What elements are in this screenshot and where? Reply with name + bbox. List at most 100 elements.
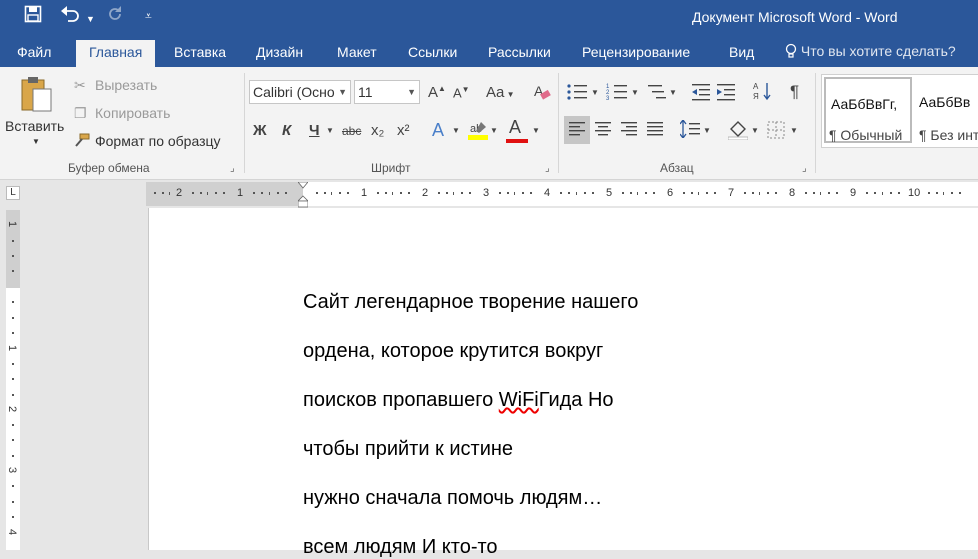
tell-me-label: Что вы хотите сделать?: [800, 43, 956, 59]
ruler-tick: [438, 192, 440, 194]
customize-qat-icon[interactable]: ⩡: [145, 5, 152, 27]
vertical-ruler[interactable]: 1 1 2 3 4: [6, 210, 20, 550]
align-left-icon[interactable]: [569, 122, 585, 140]
save-icon[interactable]: [24, 5, 42, 30]
ruler-tick: [285, 192, 287, 194]
shading-icon[interactable]: [727, 120, 749, 144]
shading-dropdown-icon[interactable]: ▼: [751, 126, 759, 135]
document-line[interactable]: нужно сначала помочь людям…: [303, 487, 602, 510]
document-line[interactable]: Сайт легендарное творение нашего: [303, 291, 638, 314]
line-spacing-dropdown-icon[interactable]: ▼: [703, 126, 711, 135]
ruler-tick: [385, 192, 387, 194]
tab-layout[interactable]: Макет: [337, 44, 377, 60]
document-line[interactable]: всем людям И кто-то: [303, 536, 498, 559]
cut-button[interactable]: Вырезать: [95, 77, 157, 93]
horizontal-ruler[interactable]: 2 1 1 2 3 4 5 6 7 8 9 10: [146, 182, 978, 206]
ruler-tick: [12, 332, 14, 334]
copy-button[interactable]: Копировать: [95, 105, 170, 121]
tab-design[interactable]: Дизайн: [256, 44, 303, 60]
redo-icon[interactable]: [106, 5, 124, 30]
sort-icon[interactable]: AЯ: [753, 81, 773, 105]
grow-font-icon[interactable]: A▲: [428, 84, 446, 101]
ruler-tick: [805, 192, 807, 194]
document-line[interactable]: поисков пропавшего WiFiГида Но: [303, 389, 614, 412]
tab-view[interactable]: Вид: [729, 44, 754, 60]
numbering-dropdown-icon[interactable]: ▼: [631, 88, 639, 97]
ruler-tick: [12, 301, 14, 303]
font-color-dropdown-icon[interactable]: ▼: [532, 126, 540, 135]
bold-button[interactable]: Ж: [253, 122, 267, 139]
undo-dropdown-icon[interactable]: ▼: [86, 8, 95, 30]
underline-button[interactable]: Ч: [309, 122, 320, 139]
shrink-font-icon[interactable]: A▼: [453, 85, 470, 100]
underline-dropdown-icon[interactable]: ▼: [326, 126, 334, 135]
numbering-icon[interactable]: 123: [606, 83, 628, 105]
tab-references[interactable]: Ссылки: [408, 44, 457, 60]
misspelled-word[interactable]: WiFi: [499, 389, 539, 411]
tab-file[interactable]: Файл: [17, 44, 51, 60]
undo-icon[interactable]: [60, 5, 82, 30]
document-line[interactable]: ордена, которое крутится вокруг: [303, 340, 603, 363]
superscript-button[interactable]: x²: [397, 122, 410, 139]
decrease-indent-icon[interactable]: [691, 83, 711, 105]
tab-mailings[interactable]: Рассылки: [488, 44, 551, 60]
font-color-swatch: [506, 139, 528, 143]
multilevel-dropdown-icon[interactable]: ▼: [669, 88, 677, 97]
align-right-icon[interactable]: [621, 122, 637, 140]
format-painter-button[interactable]: Формат по образцу: [95, 133, 221, 149]
ruler-tick: [630, 192, 632, 194]
increase-indent-icon[interactable]: [716, 83, 736, 105]
align-center-icon[interactable]: [595, 122, 611, 140]
change-case-button[interactable]: Aa ▼: [486, 84, 515, 101]
multilevel-list-icon[interactable]: [646, 83, 668, 105]
clipboard-launcher-icon[interactable]: ⌟: [230, 163, 235, 174]
justify-icon[interactable]: [647, 122, 663, 140]
line-spacing-icon[interactable]: [679, 118, 700, 142]
bullets-icon[interactable]: [566, 83, 588, 105]
tab-home[interactable]: Главная: [76, 40, 156, 67]
indent-marker-icon[interactable]: [297, 181, 309, 208]
clear-formatting-icon[interactable]: A: [533, 82, 551, 106]
ruler-tick: [698, 192, 699, 195]
subscript-button[interactable]: x₂: [371, 122, 384, 139]
ruler-tick: [898, 192, 900, 194]
paste-button[interactable]: Вставить: [5, 118, 64, 134]
document-line[interactable]: чтобы прийти к истине: [303, 438, 513, 461]
ruler-tick: [683, 192, 685, 194]
ruler-tick: [469, 192, 471, 194]
ruler-tick: [759, 192, 760, 195]
style-no-spacing[interactable]: АаБбВв ¶ Без инт: [918, 77, 978, 143]
tab-insert[interactable]: Вставка: [174, 44, 226, 60]
ruler-tick: [400, 192, 402, 194]
ruler-tick: [12, 255, 14, 257]
ruler-tick: [622, 192, 624, 194]
highlight-icon[interactable]: ab: [467, 119, 489, 145]
ruler-tick: [12, 317, 14, 319]
tab-review[interactable]: Рецензирование: [582, 44, 690, 60]
clipboard-group-label: Буфер обмена: [68, 161, 150, 175]
italic-button[interactable]: К: [282, 122, 291, 139]
font-launcher-icon[interactable]: ⌟: [545, 163, 550, 174]
font-name-combo[interactable]: Calibri (Осно ▼: [249, 80, 351, 104]
tab-selector[interactable]: L: [6, 186, 20, 200]
paragraph-launcher-icon[interactable]: ⌟: [802, 163, 807, 174]
style-normal[interactable]: АаБбВвГг, ¶ Обычный: [824, 77, 912, 143]
borders-dropdown-icon[interactable]: ▼: [790, 126, 798, 135]
text-effects-dropdown-icon[interactable]: ▼: [452, 126, 460, 135]
strikethrough-button[interactable]: abc: [342, 124, 361, 138]
paste-dropdown-icon[interactable]: ▼: [32, 137, 40, 146]
borders-icon[interactable]: [767, 121, 785, 143]
paste-icon[interactable]: [20, 75, 54, 117]
ruler-tick: [767, 192, 769, 194]
ruler-tick: [169, 192, 170, 195]
font-color-button[interactable]: A: [509, 117, 521, 138]
text-effects-button[interactable]: A: [432, 120, 444, 141]
font-size-combo[interactable]: 11 ▼: [354, 80, 420, 104]
highlight-dropdown-icon[interactable]: ▼: [490, 126, 498, 135]
ruler-tick: [12, 378, 14, 380]
tell-me-box[interactable]: Что вы хотите сделать?: [785, 43, 956, 59]
font-name-value: Calibri (Осно: [253, 84, 335, 100]
show-marks-button[interactable]: ¶: [790, 82, 799, 102]
bullets-dropdown-icon[interactable]: ▼: [591, 88, 599, 97]
title-bar: ▼ ⩡ Документ Microsoft Word - Word: [0, 0, 978, 36]
